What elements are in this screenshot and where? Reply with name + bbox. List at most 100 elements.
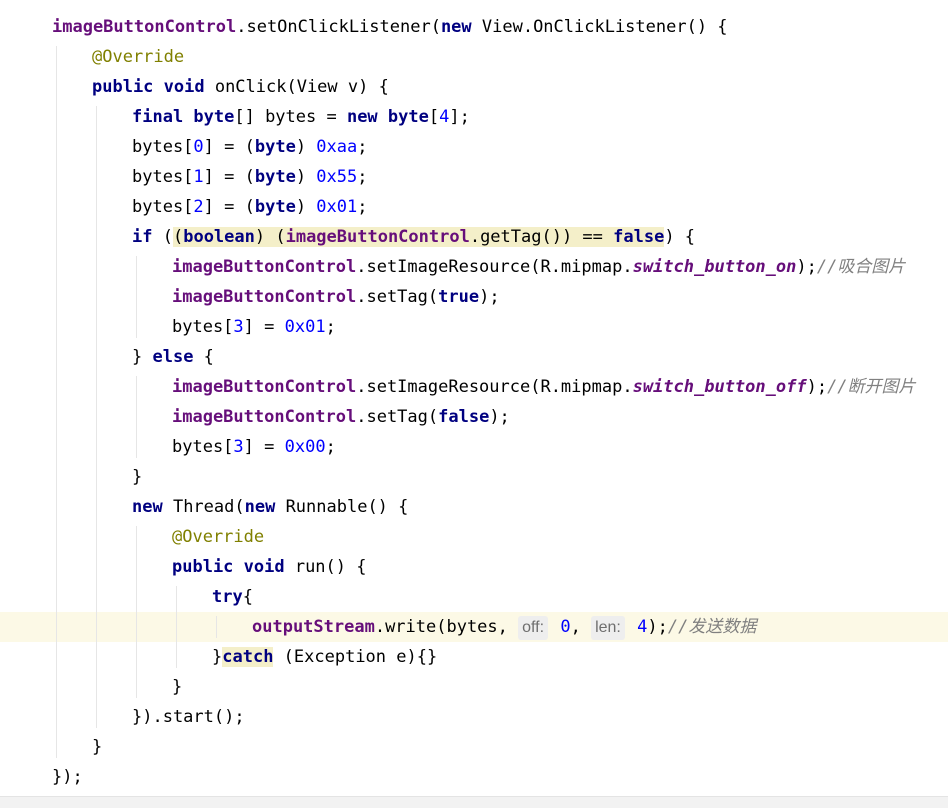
code-token: true [438,287,480,307]
code-line[interactable]: public void run() { [0,552,948,582]
code-line[interactable]: } [0,672,948,702]
code-line[interactable]: }).start(); [0,702,948,732]
code-line[interactable]: }catch (Exception e){} [0,642,948,672]
code-token: new [132,497,163,517]
editor-bottom-scrollbar[interactable] [0,796,948,808]
code-line[interactable]: new Thread(new Runnable() { [0,492,948,522]
code-token: [ [428,107,440,127]
code-token: imageButtonControl [172,377,357,397]
code-text: }); [52,762,83,792]
code-token: ) { [664,227,696,247]
code-token: bytes[ [132,197,194,217]
code-token: onClick(View v) { [204,77,389,97]
code-text: final byte[] bytes = new byte[4]; [132,102,470,132]
code-text: public void run() { [172,552,366,582]
code-token: 0 [193,137,204,157]
code-line[interactable]: imageButtonControl.setImageResource(R.mi… [0,252,948,282]
code-text: bytes[2] = (byte) 0x01; [132,192,368,222]
code-token: imageButtonControl [285,227,470,247]
code-token: ); [479,287,500,307]
code-token: ; [325,317,336,337]
code-token: byte [254,197,296,217]
code-line[interactable]: if ((boolean) (imageButtonControl.getTag… [0,222,948,252]
code-line[interactable]: imageButtonControl.setTag(true); [0,282,948,312]
code-token: byte [254,167,296,187]
code-token: ); [796,257,817,277]
code-token: } [212,647,223,667]
code-text: imageButtonControl.setTag(false); [172,402,510,432]
code-token: { [242,587,253,607]
code-token: 0x55 [316,167,358,187]
code-line[interactable]: } [0,462,948,492]
code-line[interactable]: @Override [0,522,948,552]
code-token: ] = [243,317,285,337]
code-token: { [193,347,214,367]
code-line[interactable]: bytes[1] = (byte) 0x55; [0,162,948,192]
code-token: 3 [233,437,244,457]
code-token: } [132,347,153,367]
code-text: outputStream.write(bytes, off: 0, len: 4… [252,612,756,642]
code-token: }); [52,767,83,787]
code-editor[interactable]: imageButtonControl.setOnClickListener(ne… [0,0,948,796]
code-token: 4 [637,617,648,637]
code-token: 0xaa [316,137,358,157]
parameter-hint: off: [518,616,549,640]
code-token: public void [92,77,205,97]
code-line[interactable]: } [0,732,948,762]
code-line[interactable]: try{ [0,582,948,612]
code-token: ); [647,617,668,637]
code-token: Thread( [162,497,245,517]
code-line[interactable]: } else { [0,342,948,372]
code-line[interactable]: bytes[3] = 0x00; [0,432,948,462]
code-token: View.OnClickListener() { [471,17,728,37]
code-token: try [212,587,243,607]
code-line[interactable]: bytes[0] = (byte) 0xaa; [0,132,948,162]
code-line[interactable]: imageButtonControl.setTag(false); [0,402,948,432]
code-text: new Thread(new Runnable() { [132,492,408,522]
code-line[interactable]: public void onClick(View v) { [0,72,948,102]
code-token: 0 [560,617,571,637]
code-token: 0x00 [284,437,326,457]
code-line[interactable]: final byte[] bytes = new byte[4]; [0,102,948,132]
code-token: 2 [193,197,204,217]
code-token: imageButtonControl [172,287,357,307]
code-text: imageButtonControl.setImageResource(R.mi… [172,372,916,402]
code-text: bytes[3] = 0x00; [172,432,336,462]
code-line[interactable]: imageButtonControl.setOnClickListener(ne… [0,12,948,42]
code-line[interactable]: imageButtonControl.setImageResource(R.mi… [0,372,948,402]
code-text: } [172,672,182,702]
code-text: }).start(); [132,702,245,732]
code-token: .setImageResource(R.mipmap. [356,377,633,397]
code-token: .setTag( [356,287,439,307]
code-text: bytes[3] = 0x01; [172,312,336,342]
code-line[interactable]: }); [0,762,948,792]
code-token: ; [357,137,368,157]
code-token: .setImageResource(R.mipmap. [356,257,633,277]
code-token: ( [172,227,184,247]
code-text: bytes[1] = (byte) 0x55; [132,162,368,192]
code-token: ] = ( [203,167,255,187]
code-text: @Override [172,522,264,552]
code-token: , [570,617,592,637]
code-line[interactable]: outputStream.write(bytes, off: 0, len: 4… [0,612,948,642]
code-token: //吸合图片 [816,257,906,277]
code-text: try{ [212,582,253,612]
code-token: ); [806,377,828,397]
code-text: } [92,732,102,762]
code-token: ) [295,197,317,217]
code-token: bytes[ [132,137,194,157]
code-token: imageButtonControl [172,257,357,277]
code-token: @Override [172,527,265,547]
code-text: }catch (Exception e){} [212,642,437,672]
code-token: ] = [243,437,285,457]
code-token: 1 [193,167,204,187]
code-token: ) ( [254,227,286,247]
code-token: .write(bytes, [374,617,519,637]
code-line[interactable]: bytes[3] = 0x01; [0,312,948,342]
code-token: } [172,677,183,697]
code-token: bytes[ [172,437,234,457]
code-token: ] = ( [203,197,255,217]
code-line[interactable]: @Override [0,42,948,72]
code-line[interactable]: bytes[2] = (byte) 0x01; [0,192,948,222]
